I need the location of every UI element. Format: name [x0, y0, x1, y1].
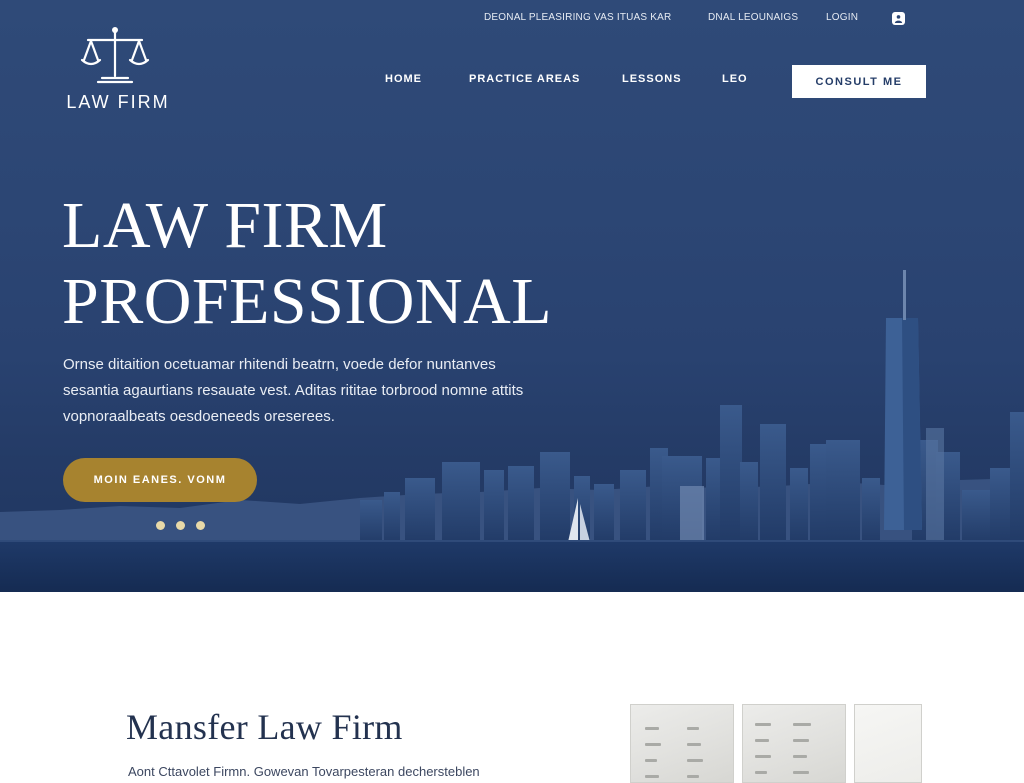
consult-button[interactable]: CONSULT ME: [792, 65, 926, 98]
hero-lead-text: Ornse ditaition ocetuamar rhitendi beatr…: [63, 356, 524, 425]
user-icon[interactable]: [892, 12, 905, 25]
firm-title: Mansfer Law Firm: [126, 707, 403, 747]
brand-logo[interactable]: LAW FIRM: [58, 24, 178, 116]
document-thumbnail[interactable]: [742, 704, 846, 783]
topbar-contact[interactable]: DEONAL PLEASIRING: [484, 12, 591, 23]
nav-home[interactable]: HOME: [385, 73, 422, 85]
nav-lessons[interactable]: LESSONS: [622, 73, 682, 85]
hero-section: DEONAL PLEASIRING VAS ITUAS KAR DNAL LEO…: [0, 0, 1024, 592]
logo-text: LAW FIRM: [66, 92, 170, 112]
carousel-dots: [156, 521, 205, 530]
nav-practice-areas[interactable]: PRACTICE AREAS: [469, 73, 580, 85]
hero-headline: LAW FIRM PROFESSIONAL: [62, 188, 552, 340]
headline-line-1: LAW FIRM: [62, 189, 388, 262]
topbar-login[interactable]: LOGIN: [826, 12, 858, 23]
user-icon-glyph: [894, 15, 903, 23]
topbar-address[interactable]: DNAL LEOUNAIGS: [708, 12, 798, 23]
carousel-dot[interactable]: [156, 521, 165, 530]
firm-subtitle: Aont Cttavolet Firmn. Gowevan Tovarpeste…: [128, 764, 480, 779]
scales-of-justice-icon: [80, 27, 150, 84]
nav-leo[interactable]: LEO: [722, 73, 748, 85]
carousel-dot[interactable]: [176, 521, 185, 530]
headline-line-2: PROFESSIONAL: [62, 265, 553, 338]
topbar-hours[interactable]: VAS ITUAS KAR: [594, 12, 671, 23]
document-thumbnail[interactable]: [630, 704, 734, 783]
document-thumbnail[interactable]: [854, 704, 922, 783]
hero-cta-button[interactable]: MOIN EANES. VONM: [63, 458, 257, 502]
carousel-dot[interactable]: [196, 521, 205, 530]
